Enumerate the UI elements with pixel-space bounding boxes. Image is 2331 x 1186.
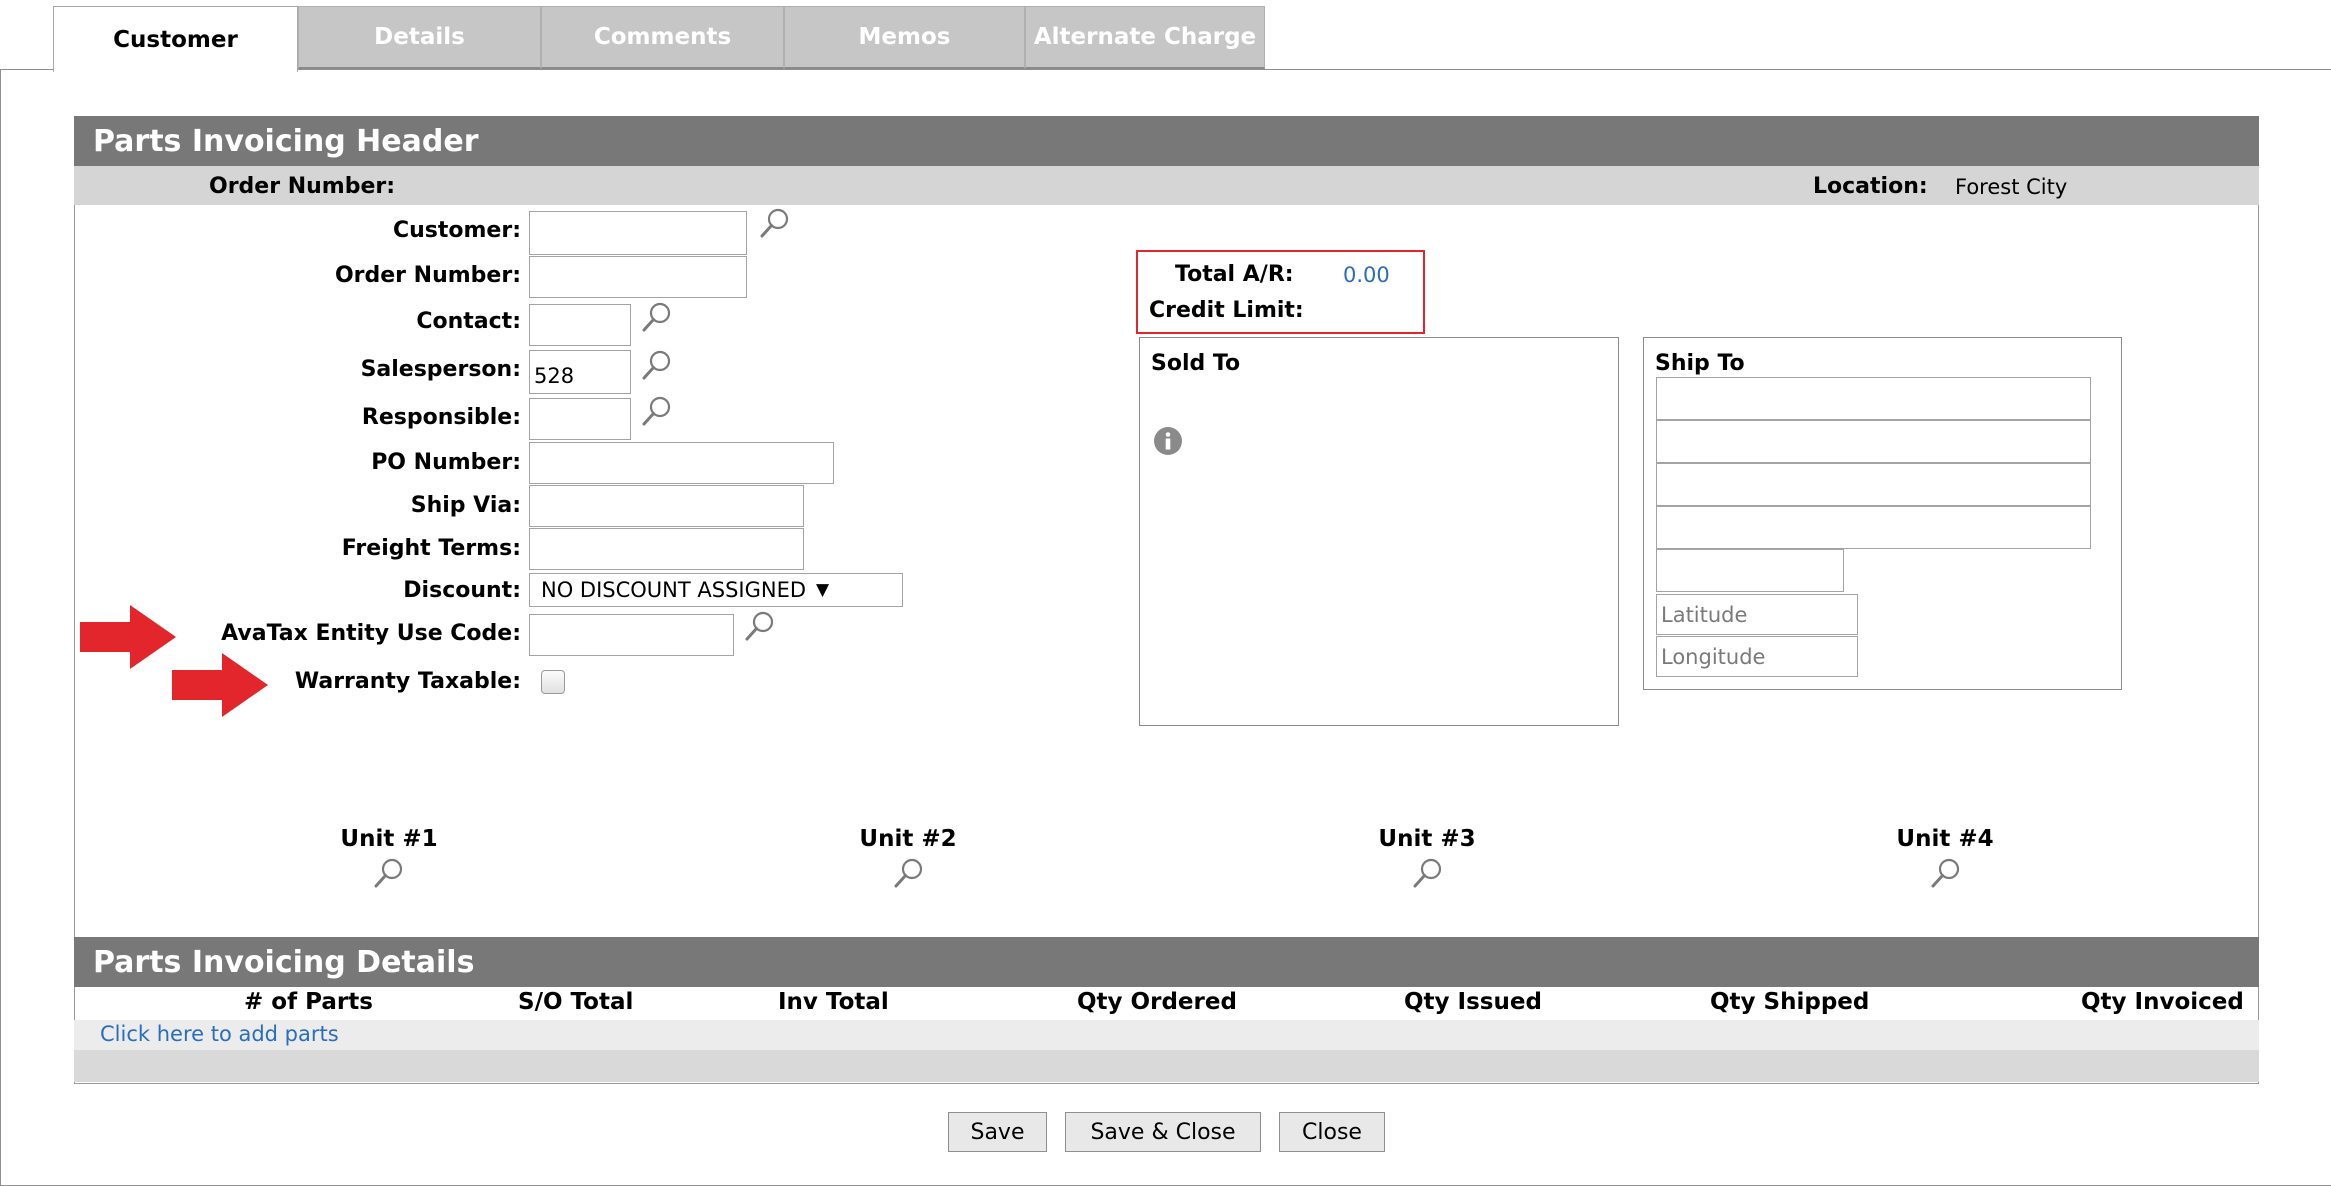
contact-input[interactable]: [529, 304, 631, 346]
customer-label: Customer:: [392, 218, 521, 243]
unit-4-lookup-icon[interactable]: [1929, 856, 1963, 890]
tab-customer[interactable]: Customer: [53, 6, 298, 72]
order-number-label: Order Number:: [334, 263, 521, 288]
contact-label: Contact:: [416, 309, 521, 334]
add-parts-link[interactable]: Click here to add parts: [100, 1022, 339, 1046]
warranty-taxable-checkbox[interactable]: [541, 670, 565, 694]
unit-1-label: Unit #1: [340, 826, 438, 852]
ship-to-zip[interactable]: [1656, 549, 1844, 592]
ship-via-label: Ship Via:: [410, 493, 521, 518]
po-number-label: PO Number:: [371, 450, 521, 475]
ship-via-input[interactable]: [529, 485, 804, 527]
longitude-input[interactable]: [1656, 636, 1858, 677]
column-header: Inv Total: [778, 989, 889, 1015]
triangle-down-icon: ▼: [816, 580, 830, 600]
unit-3-label: Unit #3: [1378, 826, 1476, 852]
tab-comments[interactable]: Comments: [541, 6, 784, 69]
total-ar-label: Total A/R:: [1175, 262, 1294, 287]
header-title: Parts Invoicing Header: [74, 116, 2259, 166]
tab-memos[interactable]: Memos: [784, 6, 1025, 69]
salesperson-input[interactable]: [529, 350, 631, 394]
save-button[interactable]: Save: [948, 1112, 1047, 1152]
total-ar-value: 0.00: [1343, 263, 1390, 287]
salesperson-label: Salesperson:: [360, 357, 521, 382]
ship-to-address-line-2[interactable]: [1656, 420, 2091, 463]
contact-lookup-icon[interactable]: [640, 300, 674, 334]
avatax-input[interactable]: [529, 614, 734, 656]
close-button[interactable]: Close: [1279, 1112, 1385, 1152]
column-header: # of Parts: [244, 989, 373, 1015]
tab-details[interactable]: Details: [298, 6, 541, 69]
sold-to-title: Sold To: [1151, 351, 1241, 376]
unit-4-label: Unit #4: [1896, 826, 1994, 852]
warranty-taxable-label: Warranty Taxable:: [294, 669, 521, 694]
ship-to-address-line-1[interactable]: [1656, 377, 2091, 420]
location-label: Location:: [1813, 174, 1928, 199]
tab-alternate-charge[interactable]: Alternate Charge: [1025, 6, 1265, 69]
info-circle-icon[interactable]: [1153, 426, 1183, 456]
red-arrow-icon: [80, 605, 176, 669]
column-header: Qty Shipped: [1710, 989, 1870, 1015]
responsible-label: Responsible:: [361, 405, 521, 430]
freight-terms-input[interactable]: [529, 528, 804, 570]
red-arrow-icon: [172, 653, 268, 717]
salesperson-lookup-icon[interactable]: [640, 348, 674, 382]
customer-lookup-icon[interactable]: [758, 206, 792, 240]
ship-to-address-line-3[interactable]: [1656, 463, 2091, 506]
details-footer: [74, 1050, 2259, 1082]
column-header: Qty Invoiced: [2081, 989, 2244, 1015]
details-add-row: [74, 1020, 2259, 1050]
avatax-lookup-icon[interactable]: [743, 609, 777, 643]
header-subbar: [74, 166, 2259, 205]
column-header: Qty Ordered: [1077, 989, 1237, 1015]
discount-label: Discount:: [403, 578, 521, 603]
sold-to-box: [1139, 337, 1619, 726]
unit-2-lookup-icon[interactable]: [892, 856, 926, 890]
responsible-lookup-icon[interactable]: [640, 394, 674, 428]
discount-select-value: NO DISCOUNT ASSIGNED: [541, 578, 807, 602]
avatax-label: AvaTax Entity Use Code:: [221, 621, 521, 646]
po-number-input[interactable]: [529, 442, 834, 484]
freight-terms-label: Freight Terms:: [341, 536, 521, 561]
column-header: S/O Total: [518, 989, 634, 1015]
column-header: Qty Issued: [1404, 989, 1542, 1015]
discount-select[interactable]: NO DISCOUNT ASSIGNED ▼: [529, 573, 903, 607]
save-close-button[interactable]: Save & Close: [1065, 1112, 1261, 1152]
unit-2-label: Unit #2: [859, 826, 957, 852]
latitude-input[interactable]: [1656, 594, 1858, 635]
ship-to-title: Ship To: [1655, 351, 1745, 376]
order-number-input[interactable]: [529, 256, 747, 298]
location-value: Forest City: [1955, 175, 2068, 199]
details-title: Parts Invoicing Details: [74, 937, 2259, 987]
unit-1-lookup-icon[interactable]: [372, 856, 406, 890]
responsible-input[interactable]: [529, 398, 631, 440]
order-number-header-label: Order Number:: [209, 174, 396, 199]
unit-3-lookup-icon[interactable]: [1411, 856, 1445, 890]
ship-to-address-line-4[interactable]: [1656, 506, 2091, 549]
customer-input[interactable]: [529, 211, 747, 255]
credit-limit-label: Credit Limit:: [1149, 298, 1304, 323]
